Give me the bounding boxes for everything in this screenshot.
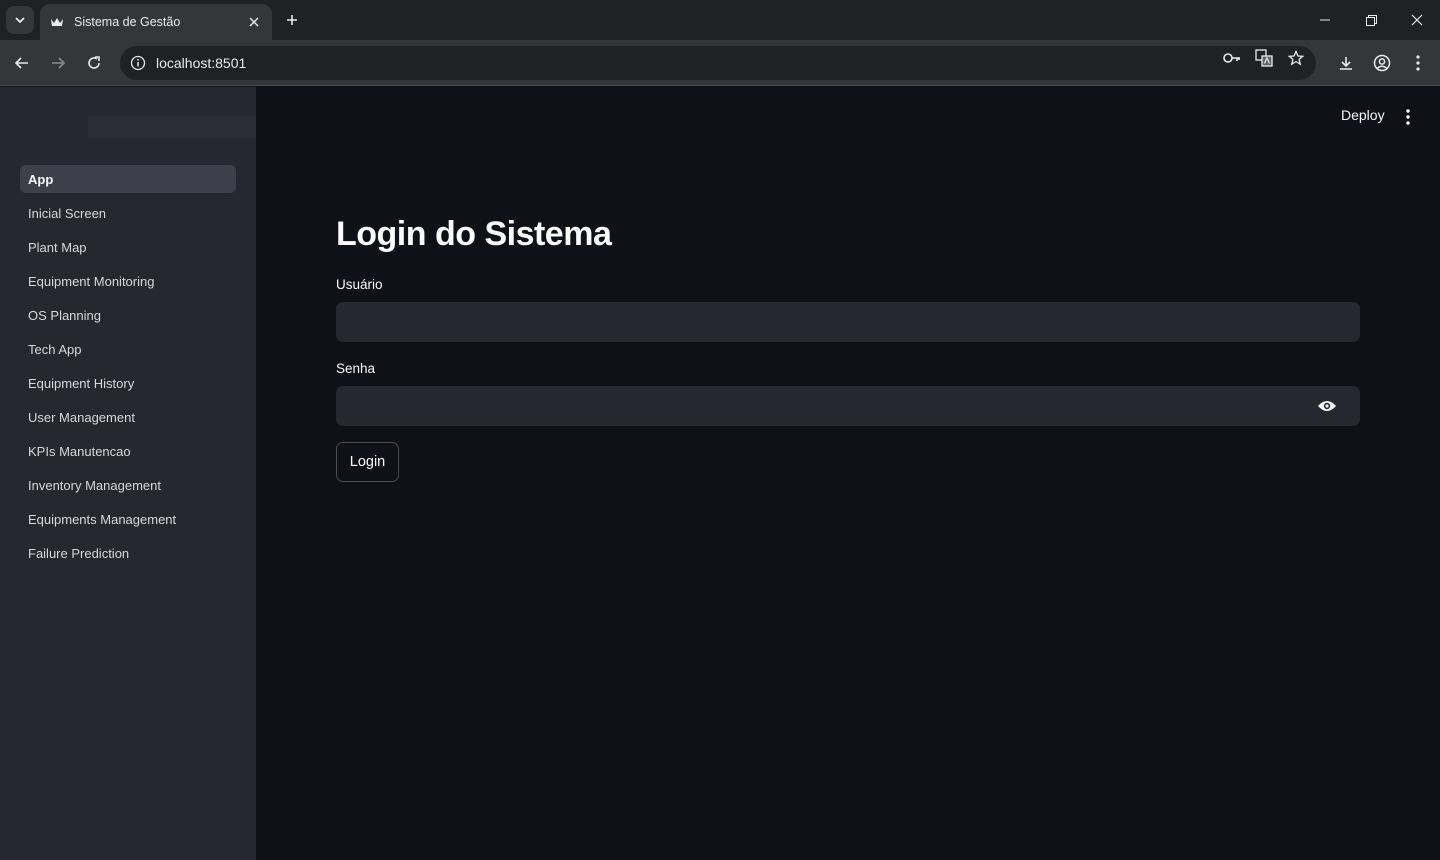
sidebar-item-label: Tech App (28, 341, 82, 357)
address-bar[interactable]: localhost:8501 (120, 46, 1316, 80)
sidebar-item-equipment-history[interactable]: Equipment History (20, 369, 236, 397)
download-icon[interactable] (1332, 49, 1360, 77)
sidebar-item-plant-map[interactable]: Plant Map (20, 233, 236, 261)
login-button[interactable]: Login (336, 442, 399, 482)
browser-tab[interactable]: Sistema de Gestão (40, 4, 272, 40)
url-text: localhost:8501 (156, 55, 247, 71)
sidebar: App Inicial Screen Plant Map Equipment M… (0, 87, 304, 860)
reload-icon[interactable] (80, 49, 108, 77)
minimize-icon[interactable] (1302, 0, 1348, 40)
browser-menu-icon[interactable] (1404, 49, 1432, 77)
sidebar-item-inventory-management[interactable]: Inventory Management (20, 471, 236, 499)
tab-search-button[interactable] (6, 6, 34, 34)
sidebar-item-kpis-manutencao[interactable]: KPIs Manutencao (20, 437, 236, 465)
sidebar-item-inicial-screen[interactable]: Inicial Screen (20, 199, 236, 227)
browser-tab-strip: Sistema de Gestão (0, 0, 1440, 40)
sidebar-item-label: Equipment History (28, 375, 135, 391)
eye-icon[interactable] (1314, 395, 1340, 417)
password-input[interactable] (336, 386, 1360, 426)
sidebar-item-label: User Management (28, 409, 135, 425)
sidebar-item-label: OS Planning (28, 307, 101, 323)
main-menu-icon[interactable] (1396, 105, 1420, 129)
sidebar-item-equipment-monitoring[interactable]: Equipment Monitoring (20, 267, 236, 295)
sidebar-item-app[interactable]: App (20, 165, 236, 193)
sidebar-item-label: Failure Prediction (28, 545, 130, 561)
sidebar-item-label: KPIs Manutencao (28, 443, 131, 459)
password-key-icon[interactable] (1222, 48, 1242, 68)
translate-icon[interactable] (1254, 48, 1274, 68)
new-tab-icon[interactable] (280, 8, 304, 32)
sidebar-nav: App Inicial Screen Plant Map Equipment M… (20, 165, 236, 573)
streamlit-crown-icon (50, 15, 64, 29)
sidebar-item-label: Equipment Monitoring (28, 273, 155, 289)
sidebar-item-label: Equipments Management (28, 511, 177, 527)
bookmark-star-icon[interactable] (1286, 48, 1306, 68)
browser-toolbar: localhost:8501 (0, 40, 1440, 86)
sidebar-item-label: Inventory Management (28, 477, 161, 493)
sidebar-item-label: Inicial Screen (28, 205, 107, 221)
deploy-button[interactable]: Deploy (1341, 107, 1385, 123)
forward-arrow-icon[interactable] (44, 49, 72, 77)
close-tab-icon[interactable] (246, 14, 262, 30)
sidebar-item-failure-prediction[interactable]: Failure Prediction (20, 539, 236, 567)
close-window-icon[interactable] (1394, 0, 1440, 40)
password-label: Senha (336, 361, 376, 376)
page-title: Login do Sistema (336, 215, 612, 253)
login-button-label: Login (349, 454, 386, 470)
username-label: Usuário (336, 277, 383, 292)
username-input[interactable] (336, 302, 1360, 342)
main-content: Deploy Login do Sistema Usuário Senha Lo… (256, 87, 1440, 860)
site-info-icon[interactable] (130, 55, 146, 71)
profile-icon[interactable] (1368, 49, 1396, 77)
sidebar-item-label: Plant Map (28, 239, 87, 255)
restore-icon[interactable] (1348, 0, 1394, 40)
sidebar-item-user-management[interactable]: User Management (20, 403, 236, 431)
sidebar-item-os-planning[interactable]: OS Planning (20, 301, 236, 329)
sidebar-item-equipments-management[interactable]: Equipments Management (20, 505, 236, 533)
sidebar-item-label: App (28, 171, 54, 187)
chevron-down-icon (15, 17, 25, 24)
sidebar-item-tech-app[interactable]: Tech App (20, 335, 236, 363)
back-arrow-icon[interactable] (8, 49, 36, 77)
tab-title: Sistema de Gestão (74, 15, 181, 29)
